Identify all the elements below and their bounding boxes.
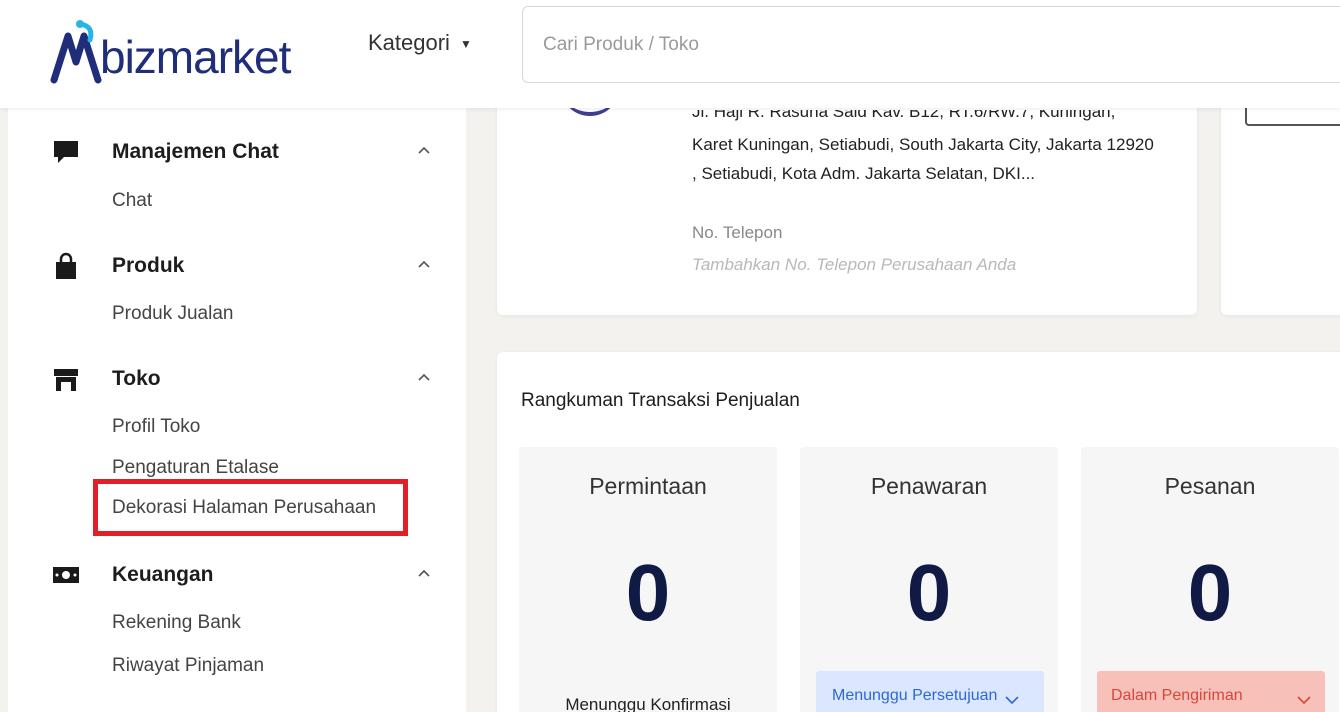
stat-label: Penawaran — [870, 473, 988, 499]
stat-label: Permintaan — [589, 473, 707, 499]
stat-footer: Menunggu Konfirmasi — [565, 695, 731, 712]
stat-penawaran[interactable]: Penawaran 0 Menunggu Persetujuan — [800, 447, 1058, 712]
stat-label: Pesanan — [1164, 473, 1256, 499]
status-pill-dalam-pengiriman[interactable]: Dalam Pengiriman — [1097, 671, 1325, 712]
chevron-down-icon — [1297, 696, 1311, 705]
stat-value: 0 — [906, 548, 952, 637]
chevron-up-icon[interactable] — [414, 140, 434, 160]
search-input[interactable] — [523, 7, 1340, 82]
sidebar-item-chat[interactable]: Chat — [112, 190, 152, 212]
chat-icon — [54, 141, 78, 163]
sidebar-item-pengaturan-etalase[interactable]: Pengaturan Etalase — [112, 457, 279, 479]
stat-permintaan[interactable]: Permintaan 0 Menunggu Konfirmasi — [519, 447, 777, 712]
phone-placeholder[interactable]: Tambahkan No. Telepon Perusahaan Anda — [692, 255, 1016, 275]
chevron-up-icon[interactable] — [414, 254, 434, 274]
sidebar-section-header-chat[interactable]: Manajemen Chat — [8, 135, 466, 169]
store-icon — [54, 369, 78, 391]
sidebar-section-header-produk[interactable]: Produk — [8, 249, 466, 283]
chevron-up-icon[interactable] — [414, 563, 434, 583]
company-address: Karet Kuningan, Setiabudi, South Jakarta… — [692, 135, 1154, 183]
bizmarket-logo[interactable]: bizmarket — [50, 14, 291, 84]
kategori-label: Kategori — [368, 30, 450, 55]
status-pill-label: Menunggu Persetujuan — [832, 687, 998, 704]
logo-text: bizmarket — [100, 31, 291, 83]
sidebar-section-header-toko[interactable]: Toko — [8, 362, 466, 396]
sidebar-section-title: Manajemen Chat — [112, 140, 279, 163]
chevron-down-icon — [1005, 696, 1020, 705]
status-pill-label: Dalam Pengiriman — [1111, 687, 1243, 704]
shopping-bag-icon — [56, 252, 76, 279]
sidebar-item-produk-jualan[interactable]: Produk Jualan — [112, 303, 233, 325]
sidebar-section-title: Produk — [112, 254, 185, 277]
money-icon — [53, 567, 79, 583]
stat-value: 0 — [1187, 548, 1233, 637]
sidebar-section-header-keuangan[interactable]: Keuangan — [8, 558, 466, 592]
sidebar-item-profil-toko[interactable]: Profil Toko — [112, 416, 200, 438]
status-pill-menunggu-persetujuan[interactable]: Menunggu Persetujuan — [816, 671, 1044, 712]
sidebar: Manajemen Chat Chat Produk Produk Jualan — [8, 108, 466, 712]
logo-mark-icon — [50, 20, 102, 84]
phone-label: No. Telepon — [692, 223, 783, 242]
kategori-dropdown[interactable]: Kategori ▼ — [368, 30, 472, 56]
stat-pesanan[interactable]: Pesanan 0 Dalam Pengiriman — [1081, 447, 1339, 712]
chevron-up-icon[interactable] — [414, 367, 434, 387]
top-header: bizmarket Kategori ▼ — [0, 0, 1340, 108]
caret-down-icon: ▼ — [459, 37, 472, 51]
sidebar-item-rekening-bank[interactable]: Rekening Bank — [112, 612, 241, 634]
sidebar-item-dekorasi-halaman[interactable]: Dekorasi Halaman Perusahaan — [112, 497, 376, 519]
sidebar-item-riwayat-pinjaman[interactable]: Riwayat Pinjaman — [112, 655, 264, 677]
sidebar-section-title: Keuangan — [112, 563, 214, 586]
search-box[interactable] — [522, 6, 1340, 83]
sidebar-section-title: Toko — [112, 367, 161, 390]
stat-value: 0 — [625, 548, 671, 637]
sales-summary-title: Rangkuman Transaksi Penjualan — [521, 390, 800, 411]
